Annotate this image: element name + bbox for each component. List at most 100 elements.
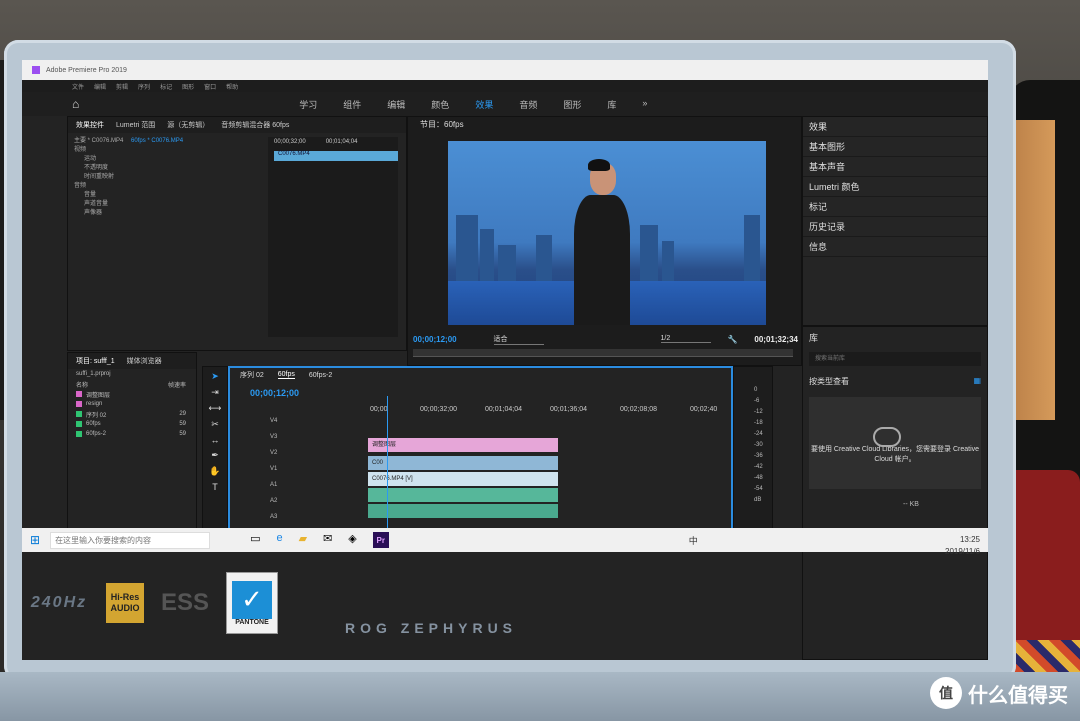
system-clock[interactable]: 13:25 2019/11/6 [945,534,980,558]
timeline-timecode[interactable]: 00;00;12;00 [250,388,299,398]
premiere-taskbar-icon[interactable]: Pr [372,532,389,548]
tab-source[interactable]: 源（无剪辑） [167,120,209,130]
hand-tool-icon[interactable]: ✋ [209,466,220,477]
ws-tab-color[interactable]: 颜色 [431,98,449,111]
video-clip[interactable]: C00 [368,456,558,470]
track-label: A1 [270,482,278,488]
item-name: 序列 02 [86,412,107,419]
tab-60fps[interactable]: 60fps [277,371,295,379]
panel-markers[interactable]: 标记 [803,197,987,217]
effect-row-volume[interactable]: 音量 [74,191,254,200]
grid-view-icon[interactable]: ▦ [973,376,981,387]
audio-clip[interactable] [368,504,558,518]
program-current-timecode[interactable]: 00;00;12;00 [413,335,457,344]
audio-clip[interactable] [368,488,558,502]
tab-effect-controls[interactable]: 效果控件 [76,120,104,130]
tab-media-browser[interactable]: 媒体浏览器 [127,356,162,366]
windows-start-icon[interactable]: ⊞ [30,533,40,547]
menu-help[interactable]: 帮助 [226,82,238,91]
col-frame-rate[interactable]: 帧速率 [168,380,186,389]
list-item[interactable]: 序列 02 29 [68,409,196,419]
more-workspaces-icon[interactable]: » [642,98,647,111]
task-view-icon[interactable]: ▭ [250,532,260,548]
razor-icon[interactable]: ✂ [211,419,219,430]
pen-tool-icon[interactable]: ✒ [211,450,219,461]
track-header-a1[interactable]: A1 [230,482,365,498]
panel-effects[interactable]: 效果 [803,117,987,137]
resolution-dropdown[interactable]: 1/2 [660,335,711,343]
person-body [574,195,630,325]
ws-tab-editing[interactable]: 编辑 [387,98,405,111]
master-clip-label[interactable]: 主要 * C0076.MP4 [74,138,123,144]
tab-audio-mixer[interactable]: 音频剪辑混合器 60fps [221,120,289,130]
skyline-building [480,229,494,285]
track-header-v1[interactable]: V1 [230,466,365,482]
home-icon[interactable]: ⌂ [72,97,79,111]
tab-sequence-02[interactable]: 序列 02 [240,370,264,380]
tab-60fps-2[interactable]: 60fps-2 [309,372,332,379]
meter-label: 0 [754,387,758,393]
menu-sequence[interactable]: 序列 [138,82,150,91]
library-search[interactable]: 搜索当前库 [809,352,981,366]
view-by-type[interactable]: 按类型查看 [809,376,849,387]
track-select-icon[interactable]: ⇥ [211,387,219,398]
effect-row-time-remap[interactable]: 时间重映射 [74,173,254,182]
tab-lumetri-scopes[interactable]: Lumetri 范围 [116,120,155,130]
ws-tab-assembly[interactable]: 组件 [343,98,361,111]
ime-indicator[interactable]: 中 [689,534,698,547]
meter-label: -36 [754,453,763,459]
fit-dropdown[interactable]: 适合 [493,334,544,345]
slip-tool-icon[interactable]: ↔ [211,435,220,445]
playhead[interactable] [387,396,388,531]
track-header-v2[interactable]: V2 [230,450,365,466]
ws-tab-effects[interactable]: 效果 [475,98,493,111]
ripple-edit-icon[interactable]: ⟷ [209,403,222,414]
type-tool-icon[interactable]: T [212,482,218,492]
video-clip[interactable]: C0076.MP4 [V] [368,472,558,486]
list-item[interactable]: 60fps 59 [68,419,196,429]
program-title: 节目：60fps [420,120,464,129]
tab-project[interactable]: 项目: sufff_1 [76,356,115,366]
list-item[interactable]: resign [68,399,196,409]
ws-tab-libraries[interactable]: 库 [607,98,616,111]
wrench-icon[interactable]: 🔧 [727,335,737,344]
col-name[interactable]: 名称 [76,380,88,389]
site-watermark: 值 什么值得买 [930,677,1068,709]
effect-row-opacity[interactable]: 不透明度 [74,164,254,173]
panel-history[interactable]: 历史记录 [803,217,987,237]
window-title: Adobe Premiere Pro 2019 [46,66,127,74]
menu-file[interactable]: 文件 [72,82,84,91]
list-item[interactable]: 调整图层 [68,389,196,399]
brand-lettering: ROG ZEPHYRUS [345,620,518,636]
ws-tab-graphics[interactable]: 图形 [563,98,581,111]
edge-icon[interactable]: e [276,532,282,548]
ws-tab-learn[interactable]: 学习 [299,98,317,111]
tick-label: 00;02;08;08 [620,406,657,413]
mini-clip[interactable]: C0076.MP4 [274,151,398,161]
menu-window[interactable]: 窗口 [204,82,216,91]
panel-info[interactable]: 信息 [803,237,987,257]
store-icon[interactable]: ◈ [348,532,356,548]
panel-lumetri-color[interactable]: Lumetri 颜色 [803,177,987,197]
taskbar-search[interactable]: 在这里输入你要搜索的内容 [50,531,211,549]
menu-edit[interactable]: 编辑 [94,82,106,91]
menu-graphics[interactable]: 图形 [182,82,194,91]
track-label: V4 [270,418,278,424]
effect-row-channel-volume[interactable]: 声道音量 [74,200,254,209]
effect-row-panner[interactable]: 声像器 [74,209,254,218]
track-header-v4[interactable]: V4 [230,418,365,434]
sequence-clip-label[interactable]: 60fps * C0076.MP4 [131,138,183,144]
adjustment-layer-clip[interactable]: 调整图层 [368,438,558,452]
track-header-v3[interactable]: V3 [230,434,365,450]
menu-marker[interactable]: 标记 [160,82,172,91]
list-item[interactable]: 60fps-2 59 [68,429,196,439]
menu-clip[interactable]: 剪辑 [116,82,128,91]
panel-essential-graphics[interactable]: 基本图形 [803,137,987,157]
file-explorer-icon[interactable]: ▰ [299,532,307,548]
selection-tool-icon[interactable]: ➤ [211,371,219,382]
ws-tab-audio[interactable]: 音频 [519,98,537,111]
track-header-a2[interactable]: A2 [230,498,365,514]
effect-row-motion[interactable]: 运动 [74,155,254,164]
mail-icon[interactable]: ✉ [323,532,332,548]
panel-essential-sound[interactable]: 基本声音 [803,157,987,177]
